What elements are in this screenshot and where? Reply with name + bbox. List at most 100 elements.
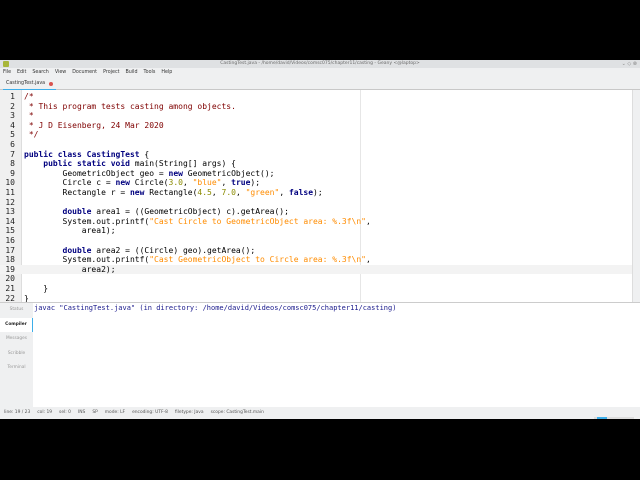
code-line: 7 public class CastingTest { xyxy=(0,150,632,160)
menu-search[interactable]: Search xyxy=(32,68,48,78)
code-text: System.out.printf("Cast Circle to Geomet… xyxy=(24,217,371,227)
status-scope: scope: CastingTest.main xyxy=(210,410,264,415)
title-bar: CastingTest.java - /home/david/Videos/co… xyxy=(0,60,640,68)
line-number: 16 xyxy=(5,236,15,245)
menu-file[interactable]: File xyxy=(3,68,11,78)
message-panel: Status Compiler Messages Scribble Terminal j… xyxy=(0,302,640,407)
code-token: GeometricObject geo = xyxy=(24,168,169,178)
line-number: 20 xyxy=(5,274,15,284)
code-token: 7.0 xyxy=(221,188,236,197)
menu-project[interactable]: Project xyxy=(103,68,119,78)
panel-tab-compiler[interactable]: Compiler xyxy=(0,317,33,333)
progress-bar xyxy=(594,417,634,419)
code-token: area2 = ((Circle) geo).getArea(); xyxy=(96,245,256,255)
status-sel: sel: 0 xyxy=(59,410,71,415)
code-text: System.out.printf("Cast GeometricObject … xyxy=(24,255,371,265)
status-col: col: 19 xyxy=(37,410,53,415)
code-token: , xyxy=(211,188,222,197)
code-token: , xyxy=(279,188,289,197)
code-token: { xyxy=(139,149,150,159)
status-bar: line: 19 / 23 col: 19 sel: 0 INS SP mode… xyxy=(0,407,640,419)
status-sp: SP xyxy=(92,410,98,415)
close-tab-icon[interactable] xyxy=(49,82,54,86)
menu-build[interactable]: Build xyxy=(125,68,137,78)
code-token: , xyxy=(182,178,193,188)
code-token: Rectangle( xyxy=(149,188,198,197)
code-token: double xyxy=(62,245,97,255)
code-token: Rectangle r = xyxy=(24,188,130,197)
code-token: CastingTest xyxy=(86,149,140,159)
window-title: CastingTest.java - /home/david/Videos/co… xyxy=(220,61,420,66)
line-number: 5 xyxy=(10,130,15,140)
compiler-output: javac "CastingTest.java" (in directory: … xyxy=(34,304,397,312)
code-token: "Cast GeometricObject to Circle area: %.… xyxy=(149,255,366,265)
panel-tab-scribble[interactable]: Scribble xyxy=(0,347,33,362)
tab-label: CastingTest.java xyxy=(6,81,46,86)
line-number: 2 xyxy=(10,101,15,111)
menu-edit[interactable]: Edit xyxy=(17,68,26,78)
code-text: /* xyxy=(24,92,34,102)
code-line: 4 * J D Eisenberg, 24 Mar 2020 xyxy=(0,121,632,131)
panel-tab-status[interactable]: Status xyxy=(0,303,33,318)
code-token: * xyxy=(24,111,34,121)
code-line: 9 GeometricObject geo = new GeometricObj… xyxy=(0,169,632,179)
panel-tabs: Status Compiler Messages Scribble Terminal xyxy=(0,303,33,407)
vertical-scrollbar[interactable] xyxy=(632,90,640,302)
code-line: 18 System.out.printf("Cast GeometricObje… xyxy=(0,255,632,265)
code-text: public static void main(String[] args) { xyxy=(24,159,236,169)
code-token: area2); xyxy=(24,264,116,274)
code-text: area1); xyxy=(24,226,116,236)
menu-help[interactable]: Help xyxy=(161,68,172,78)
menu-document[interactable]: Document xyxy=(72,68,97,78)
line-number: 8 xyxy=(10,159,15,169)
code-line: 16 xyxy=(0,236,632,246)
code-token: main(String[] args) { xyxy=(134,159,236,169)
line-number: 21 xyxy=(5,284,15,293)
menu-tools[interactable]: Tools xyxy=(144,68,156,78)
code-text: Rectangle r = new Rectangle(4.5, 7.0, "g… xyxy=(24,188,323,198)
code-line: 1 /* xyxy=(0,92,632,102)
code-token: public static void xyxy=(43,159,135,169)
line-number: 13 xyxy=(5,207,15,217)
code-token: , xyxy=(365,216,371,226)
line-number: 17 xyxy=(5,245,15,255)
line-number: 1 xyxy=(10,92,15,101)
line-number: 9 xyxy=(10,168,15,178)
code-line: 8 public static void main(String[] args)… xyxy=(0,159,632,169)
menu-view[interactable]: View xyxy=(55,68,66,78)
code-text: */ xyxy=(24,130,39,140)
code-token: ); xyxy=(250,178,261,188)
code-token: area1); xyxy=(24,226,116,236)
code-text: * This program tests casting among objec… xyxy=(24,102,236,112)
line-number: 4 xyxy=(10,120,15,130)
panel-tab-messages[interactable]: Messages xyxy=(0,332,33,347)
panel-tab-terminal[interactable]: Terminal xyxy=(0,361,33,376)
line-number: 6 xyxy=(10,140,15,149)
code-line: 17 double area2 = ((Circle) geo).getArea… xyxy=(0,246,632,256)
code-text: double area2 = ((Circle) geo).getArea(); xyxy=(24,245,256,256)
code-line: 5 */ xyxy=(0,130,632,140)
code-line: 11 Rectangle r = new Rectangle(4.5, 7.0,… xyxy=(0,188,632,198)
status-line: line: 19 / 23 xyxy=(4,410,31,415)
code-token: */ xyxy=(24,130,39,140)
geany-window: CastingTest.java - /home/david/Videos/co… xyxy=(0,60,640,419)
code-text: area2); xyxy=(24,265,116,275)
window-controls[interactable]: ⌄ ◇ ⊗ xyxy=(622,60,637,68)
code-token: , xyxy=(365,255,371,265)
menu-bar: File Edit Search View Document Project Build To… xyxy=(0,68,640,78)
line-number: 15 xyxy=(5,226,15,236)
code-line: 14 System.out.printf("Cast Circle to Geo… xyxy=(0,217,632,227)
status-ins: INS xyxy=(77,410,86,415)
line-number: 19 xyxy=(5,264,15,274)
status-filetype: filetype: Java xyxy=(174,410,204,415)
status-encoding: encoding: UTF-8 xyxy=(132,410,168,415)
code-text: Circle c = new Circle(3.0, "blue", true)… xyxy=(24,178,261,188)
code-editor[interactable]: 1 /* 2 * This program tests casting among … xyxy=(0,90,640,303)
document-tabs: CastingTest.java xyxy=(0,78,640,90)
code-token: "blue" xyxy=(192,178,222,188)
code-token: false xyxy=(288,188,314,197)
tab-castingtest[interactable]: CastingTest.java xyxy=(3,79,57,90)
code-token: System.out.printf( xyxy=(24,255,150,265)
code-line: 3 * xyxy=(0,111,632,121)
code-token: System.out.printf( xyxy=(24,216,150,226)
